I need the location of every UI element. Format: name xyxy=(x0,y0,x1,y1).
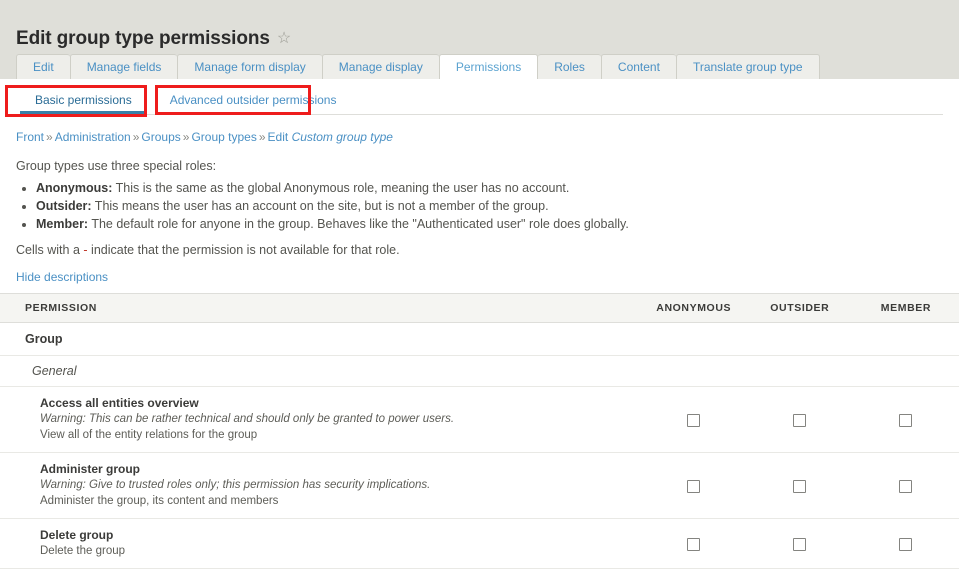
special-roles-list: Anonymous: This is the same as the globa… xyxy=(0,180,959,233)
breadcrumb-separator: » xyxy=(46,130,53,144)
tab-content[interactable]: Content xyxy=(600,54,676,79)
main-content: Front» Administration» Groups» Group types»… xyxy=(0,120,959,569)
primary-tabs[interactable]: Edit Manage fields Manage form display M… xyxy=(16,54,820,79)
checkbox-anonymous[interactable] xyxy=(687,414,701,428)
tab-manage-fields[interactable]: Manage fields xyxy=(69,54,178,79)
checkbox-outsider[interactable] xyxy=(793,538,807,552)
module-label: Group xyxy=(0,322,959,356)
column-header-outsider: OUTSIDER xyxy=(746,293,853,323)
cells-note: Cells with a - indicate that the permiss… xyxy=(16,243,959,257)
permission-title: Delete group xyxy=(40,528,114,542)
checkbox-anonymous[interactable] xyxy=(687,538,701,552)
page-title: Edit group type permissions ☆ xyxy=(16,28,291,50)
checkbox-cell-outsider xyxy=(746,452,853,519)
breadcrumb-separator: » xyxy=(258,130,266,144)
column-header-anonymous: ANONYMOUS xyxy=(640,293,747,323)
secondary-tabs-divider xyxy=(16,114,943,115)
list-item: Outsider: This means the user has an acc… xyxy=(36,198,959,215)
checkbox-outsider[interactable] xyxy=(793,480,807,494)
cells-note-after: indicate that the permission is not avai… xyxy=(87,243,400,257)
role-name-outsider: Outsider: xyxy=(36,199,92,213)
checkbox-cell-member xyxy=(852,518,959,569)
tab-permissions[interactable]: Permissions xyxy=(438,54,539,79)
list-item: Anonymous: This is the same as the globa… xyxy=(36,180,959,197)
list-item: Member: The default role for anyone in t… xyxy=(36,216,959,233)
checkbox-member[interactable] xyxy=(899,480,913,494)
column-header-member: MEMBER xyxy=(852,293,959,323)
permission-title: Administer group xyxy=(40,462,141,476)
star-outline-icon[interactable]: ☆ xyxy=(277,28,291,48)
breadcrumb-item-front[interactable]: Front xyxy=(16,130,44,144)
permission-cell: Administer group Warning: Give to truste… xyxy=(0,452,641,519)
table-row: Delete group Delete the group xyxy=(0,518,959,569)
permission-description: Administer the group, its content and me… xyxy=(40,495,279,507)
breadcrumb: Front» Administration» Groups» Group types»… xyxy=(16,130,959,144)
role-desc-outsider: This means the user has an account on th… xyxy=(91,199,549,213)
intro-lead: Group types use three special roles: xyxy=(16,159,217,173)
breadcrumb-item-group-types[interactable]: Group types xyxy=(191,130,256,144)
permissions-table-head: PERMISSION ANONYMOUS OUTSIDER MEMBER xyxy=(0,293,959,323)
checkbox-cell-anonymous xyxy=(640,518,747,569)
page-title-text: Edit group type permissions xyxy=(16,27,270,49)
breadcrumb-item-custom-group-type[interactable]: Custom group type xyxy=(292,130,393,144)
table-row-module: Group xyxy=(0,322,959,356)
breadcrumb-separator: » xyxy=(132,130,140,144)
checkbox-anonymous[interactable] xyxy=(687,480,701,494)
column-header-permission: PERMISSION xyxy=(0,293,641,323)
role-name-member: Member: xyxy=(36,217,89,231)
permission-warning: Warning: Give to trusted roles only; thi… xyxy=(40,479,431,491)
role-name-anonymous: Anonymous: xyxy=(36,181,113,195)
permission-warning: Warning: This can be rather technical an… xyxy=(40,413,455,425)
breadcrumb-item-administration[interactable]: Administration xyxy=(55,130,131,144)
permission-cell: Delete group Delete the group xyxy=(0,518,641,569)
tab-edit[interactable]: Edit xyxy=(16,54,70,79)
checkbox-cell-anonymous xyxy=(640,386,747,453)
page-header-band: Edit group type permissions ☆ Edit Manage… xyxy=(0,0,959,79)
table-row: Access all entities overview Warning: Th… xyxy=(0,386,959,453)
table-row-section: General xyxy=(0,355,959,387)
cells-note-before: Cells with a xyxy=(16,243,84,257)
tab-translate-group-type[interactable]: Translate group type xyxy=(675,54,820,79)
checkbox-cell-member xyxy=(852,452,959,519)
permissions-table-body: Group General Access all entities overvi… xyxy=(0,322,959,569)
checkbox-member[interactable] xyxy=(899,414,913,428)
breadcrumb-separator: » xyxy=(182,130,190,144)
permission-cell: Access all entities overview Warning: Th… xyxy=(0,386,641,453)
role-desc-anonymous: This is the same as the global Anonymous… xyxy=(112,181,570,195)
table-row: Administer group Warning: Give to truste… xyxy=(0,452,959,519)
subtab-basic-permissions[interactable]: Basic permissions xyxy=(16,93,151,114)
subtab-advanced-outsider-permissions[interactable]: Advanced outsider permissions xyxy=(151,93,356,114)
breadcrumb-item-edit[interactable]: Edit xyxy=(268,130,289,144)
permission-description: Delete the group xyxy=(40,545,126,557)
tab-manage-form-display[interactable]: Manage form display xyxy=(177,54,322,79)
checkbox-cell-member xyxy=(852,386,959,453)
table-header-row: PERMISSION ANONYMOUS OUTSIDER MEMBER xyxy=(0,293,959,323)
permissions-table: PERMISSION ANONYMOUS OUTSIDER MEMBER Gro… xyxy=(0,293,959,569)
permission-description: View all of the entity relations for the… xyxy=(40,429,258,441)
checkbox-member[interactable] xyxy=(899,538,913,552)
section-label: General xyxy=(0,355,959,387)
permission-title: Access all entities overview xyxy=(40,396,199,410)
checkbox-cell-anonymous xyxy=(640,452,747,519)
checkbox-cell-outsider xyxy=(746,386,853,453)
role-desc-member: The default role for anyone in the group… xyxy=(88,217,629,231)
secondary-tabs[interactable]: Basic permissions Advanced outsider perm… xyxy=(16,86,355,114)
checkbox-outsider[interactable] xyxy=(793,414,807,428)
breadcrumb-item-groups[interactable]: Groups xyxy=(141,130,180,144)
hide-descriptions-link[interactable]: Hide descriptions xyxy=(16,270,108,284)
checkbox-cell-outsider xyxy=(746,518,853,569)
tab-manage-display[interactable]: Manage display xyxy=(321,54,439,79)
tab-roles[interactable]: Roles xyxy=(538,54,601,79)
